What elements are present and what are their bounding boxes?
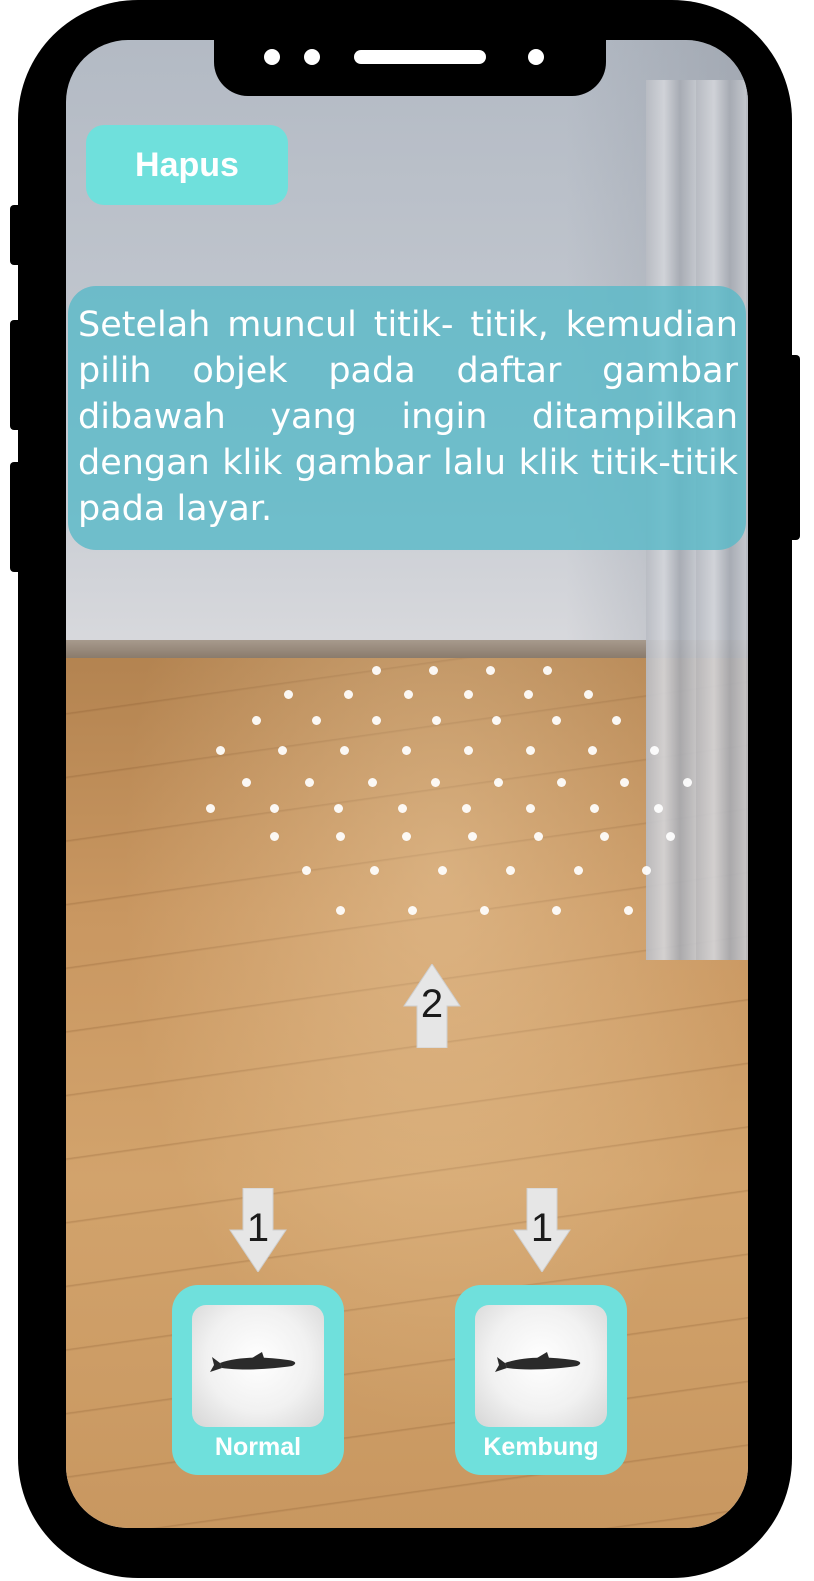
plane-dot[interactable] <box>590 804 599 813</box>
down-arrow-icon: 1 <box>228 1187 288 1273</box>
volume-up-button <box>10 320 22 430</box>
plane-dot[interactable] <box>312 716 321 725</box>
plane-dot[interactable] <box>402 832 411 841</box>
plane-dot[interactable] <box>334 804 343 813</box>
plane-dot[interactable] <box>336 906 345 915</box>
power-button <box>788 355 800 540</box>
plane-dot[interactable] <box>480 906 489 915</box>
plane-dot[interactable] <box>438 866 447 875</box>
mute-switch <box>10 205 22 265</box>
fish-thumbnail <box>192 1305 324 1427</box>
plane-dot[interactable] <box>216 746 225 755</box>
plane-dot[interactable] <box>557 778 566 787</box>
plane-dot[interactable] <box>278 746 287 755</box>
plane-dot[interactable] <box>305 778 314 787</box>
plane-dot[interactable] <box>372 666 381 675</box>
plane-dot[interactable] <box>404 690 413 699</box>
plane-dot[interactable] <box>408 906 417 915</box>
volume-down-button <box>10 462 22 572</box>
plane-dot[interactable] <box>336 832 345 841</box>
plane-dot[interactable] <box>370 866 379 875</box>
plane-dot[interactable] <box>431 778 440 787</box>
object-label: Normal <box>214 1433 302 1461</box>
instruction-panel: Setelah muncul titik- titik, kemudian pi… <box>68 286 746 550</box>
speaker-grille <box>354 50 486 64</box>
plane-dot[interactable] <box>642 866 651 875</box>
plane-dot[interactable] <box>432 716 441 725</box>
plane-dot[interactable] <box>464 690 473 699</box>
plane-dot[interactable] <box>666 832 675 841</box>
plane-dot[interactable] <box>526 746 535 755</box>
plane-dot[interactable] <box>344 690 353 699</box>
instruction-text: Setelah muncul titik- titik, kemudian pi… <box>78 305 738 529</box>
fish-thumbnail <box>475 1305 607 1427</box>
plane-dot[interactable] <box>340 746 349 755</box>
plane-dot[interactable] <box>368 778 377 787</box>
plane-dot[interactable] <box>524 690 533 699</box>
plane-dot[interactable] <box>526 804 535 813</box>
plane-dot[interactable] <box>506 866 515 875</box>
plane-dot[interactable] <box>398 804 407 813</box>
object-card-kembung[interactable]: Kembung <box>455 1285 627 1475</box>
camera-view[interactable] <box>66 40 748 1528</box>
plane-dot[interactable] <box>270 832 279 841</box>
plane-dot[interactable] <box>494 778 503 787</box>
up-arrow-icon: 2 <box>402 963 462 1049</box>
plane-dot[interactable] <box>543 666 552 675</box>
object-card-normal[interactable]: Normal <box>172 1285 344 1475</box>
plane-dot[interactable] <box>284 690 293 699</box>
plane-dot[interactable] <box>429 666 438 675</box>
plane-dot[interactable] <box>270 804 279 813</box>
step-number: 2 <box>420 982 444 1026</box>
plane-dot[interactable] <box>552 716 561 725</box>
notch-sensor <box>304 49 320 65</box>
plane-dot[interactable] <box>552 906 561 915</box>
plane-dot[interactable] <box>486 666 495 675</box>
plane-dot[interactable] <box>584 690 593 699</box>
object-label: Kembung <box>483 1433 599 1461</box>
plane-dot[interactable] <box>302 866 311 875</box>
plane-dot[interactable] <box>624 906 633 915</box>
plane-dot[interactable] <box>650 746 659 755</box>
plane-dot[interactable] <box>242 778 251 787</box>
plane-dot[interactable] <box>620 778 629 787</box>
plane-dot[interactable] <box>464 746 473 755</box>
plane-dot[interactable] <box>468 832 477 841</box>
fish-icon <box>210 1352 296 1372</box>
plane-dot[interactable] <box>492 716 501 725</box>
plane-dot[interactable] <box>600 832 609 841</box>
down-arrow-icon: 1 <box>512 1187 572 1273</box>
plane-dot[interactable] <box>683 778 692 787</box>
front-camera <box>528 49 544 65</box>
plane-dot[interactable] <box>588 746 597 755</box>
step-number: 1 <box>246 1206 270 1250</box>
fish-icon <box>495 1352 581 1372</box>
step-number: 1 <box>530 1206 554 1250</box>
plane-dot[interactable] <box>372 716 381 725</box>
plane-dot[interactable] <box>654 804 663 813</box>
plane-dot[interactable] <box>534 832 543 841</box>
plane-dot[interactable] <box>252 716 261 725</box>
plane-dot[interactable] <box>574 866 583 875</box>
plane-dot[interactable] <box>206 804 215 813</box>
plane-dot[interactable] <box>402 746 411 755</box>
hapus-button[interactable]: Hapus <box>86 125 288 205</box>
plane-dot[interactable] <box>462 804 471 813</box>
plane-dot[interactable] <box>612 716 621 725</box>
notch-sensor <box>264 49 280 65</box>
